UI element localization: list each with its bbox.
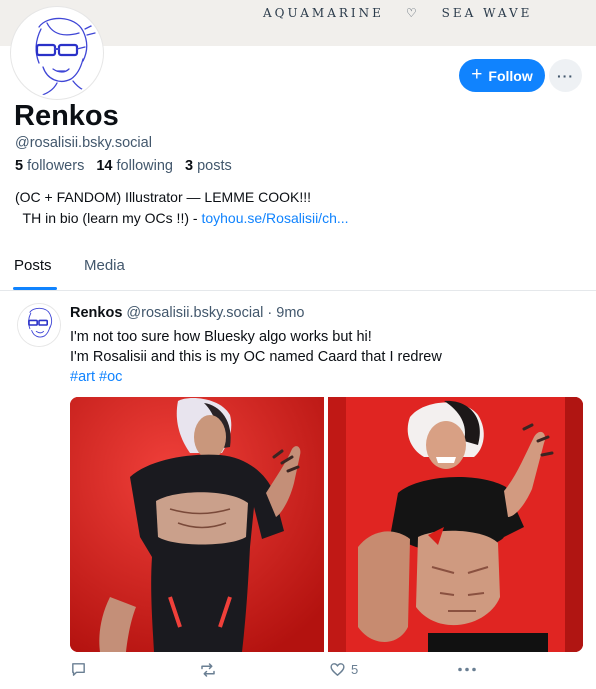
reply-bubble-icon [72,663,85,676]
followers-label: followers [27,158,85,174]
posts-label: posts [197,158,232,174]
post-author-name[interactable]: Renkos [70,305,122,321]
post-separator: · [267,305,273,321]
profile-handle: @rosalisii.bsky.social [15,135,152,151]
post-text: I'm not too sure how Bluesky algo works … [70,327,442,387]
banner-right-word: SEA WAVE [441,6,533,20]
profile-avatar[interactable] [11,7,103,99]
ellipsis-icon [458,667,476,672]
avatar-illustration [13,9,101,97]
artwork-illustration-2 [328,397,583,652]
post-header: Renkos @rosalisii.bsky.social · 9mo [70,305,304,321]
profile-bio: (OC + FANDOM) Illustrator — LEMME COOK!!… [15,187,349,229]
heart-icon [330,663,345,676]
artwork-illustration-1 [70,397,324,652]
post-text-line-2: I'm Rosalisii and this is my OC named Ca… [70,349,442,365]
avatar-illustration [18,304,60,346]
bio-line-2-text: TH in bio (learn my OCs !!) - [15,210,202,226]
ellipsis-icon: ··· [557,67,574,84]
following-count: 14 [96,158,113,174]
bio-line-2: TH in bio (learn my OCs !!) - toyhou.se/… [15,208,349,229]
post-author-avatar[interactable] [18,304,60,346]
follow-button-label: Follow [488,67,533,84]
display-name: Renkos [14,100,119,132]
plus-icon: + [471,64,483,85]
repost-button[interactable] [199,661,217,679]
followers-link[interactable]: 5 followers [15,158,84,174]
post-age[interactable]: 9mo [276,305,304,321]
post-hashtags: #art #oc [70,367,442,387]
banner-text: AQUAMARINE ♡ SEA WAVE [263,6,532,20]
following-link[interactable]: 14 following [96,158,173,174]
profile-tabs: Posts Media [0,247,596,291]
bio-link[interactable]: toyhou.se/Rosalisii/ch... [201,210,348,226]
more-options-button[interactable]: ··· [549,59,582,92]
follow-button[interactable]: + Follow [459,59,545,92]
tab-media[interactable]: Media [84,257,125,274]
hashtag-oc[interactable]: #oc [99,369,122,385]
post-more-button[interactable] [457,661,477,678]
post-author-handle[interactable]: @rosalisii.bsky.social [126,305,263,321]
post-image-1[interactable] [70,397,324,652]
tab-posts[interactable]: Posts [14,257,52,274]
banner-left-word: AQUAMARINE [263,6,384,20]
following-label: following [116,158,173,174]
like-button[interactable]: 5 [329,661,358,678]
active-tab-indicator [13,287,57,290]
profile-stats: 5 followers 14 following 3 posts [15,158,232,174]
post-actions: 5 [0,661,596,685]
heart-outline-icon: ♡ [405,6,420,20]
like-count: 5 [351,662,359,677]
posts-count: 3 [184,158,194,174]
bio-line-1: (OC + FANDOM) Illustrator — LEMME COOK!!… [15,189,311,205]
post-text-line-1: I'm not too sure how Bluesky algo works … [70,329,372,345]
hashtag-art[interactable]: #art [70,369,95,385]
repost-icon [201,663,215,677]
post-image-2[interactable] [328,397,583,652]
followers-count: 5 [15,158,24,174]
posts-stat: 3 posts [185,158,232,174]
reply-button[interactable] [70,661,87,678]
